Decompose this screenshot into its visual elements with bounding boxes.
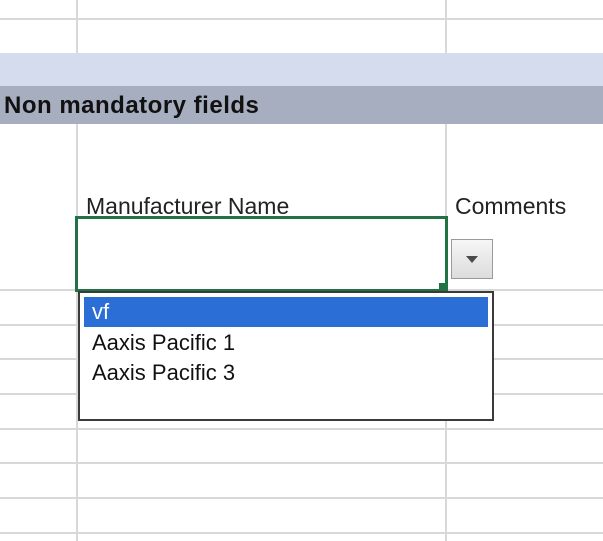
dropdown-option[interactable]: vf xyxy=(84,297,488,327)
dropdown-option[interactable]: Aaxis Pacific 3 xyxy=(84,358,488,388)
dropdown-list[interactable]: vf Aaxis Pacific 1 Aaxis Pacific 3 xyxy=(78,291,494,421)
row-gridline xyxy=(0,497,603,499)
fill-handle[interactable] xyxy=(439,283,447,291)
dropdown-arrow-button[interactable] xyxy=(451,239,493,279)
active-cell-manufacturer-name[interactable] xyxy=(75,216,448,292)
row-gridline xyxy=(0,462,603,464)
dropdown-option[interactable]: Aaxis Pacific 1 xyxy=(84,328,488,358)
spreadsheet-area: Non mandatory fields Manufacturer Name C… xyxy=(0,0,603,541)
row-gridline xyxy=(0,18,603,20)
row-gridline xyxy=(0,532,603,534)
column-header-comments[interactable]: Comments xyxy=(455,193,566,220)
section-title: Non mandatory fields xyxy=(4,92,260,119)
section-header-band-light xyxy=(0,53,603,86)
row-gridline xyxy=(0,428,603,430)
chevron-down-icon xyxy=(466,255,478,263)
